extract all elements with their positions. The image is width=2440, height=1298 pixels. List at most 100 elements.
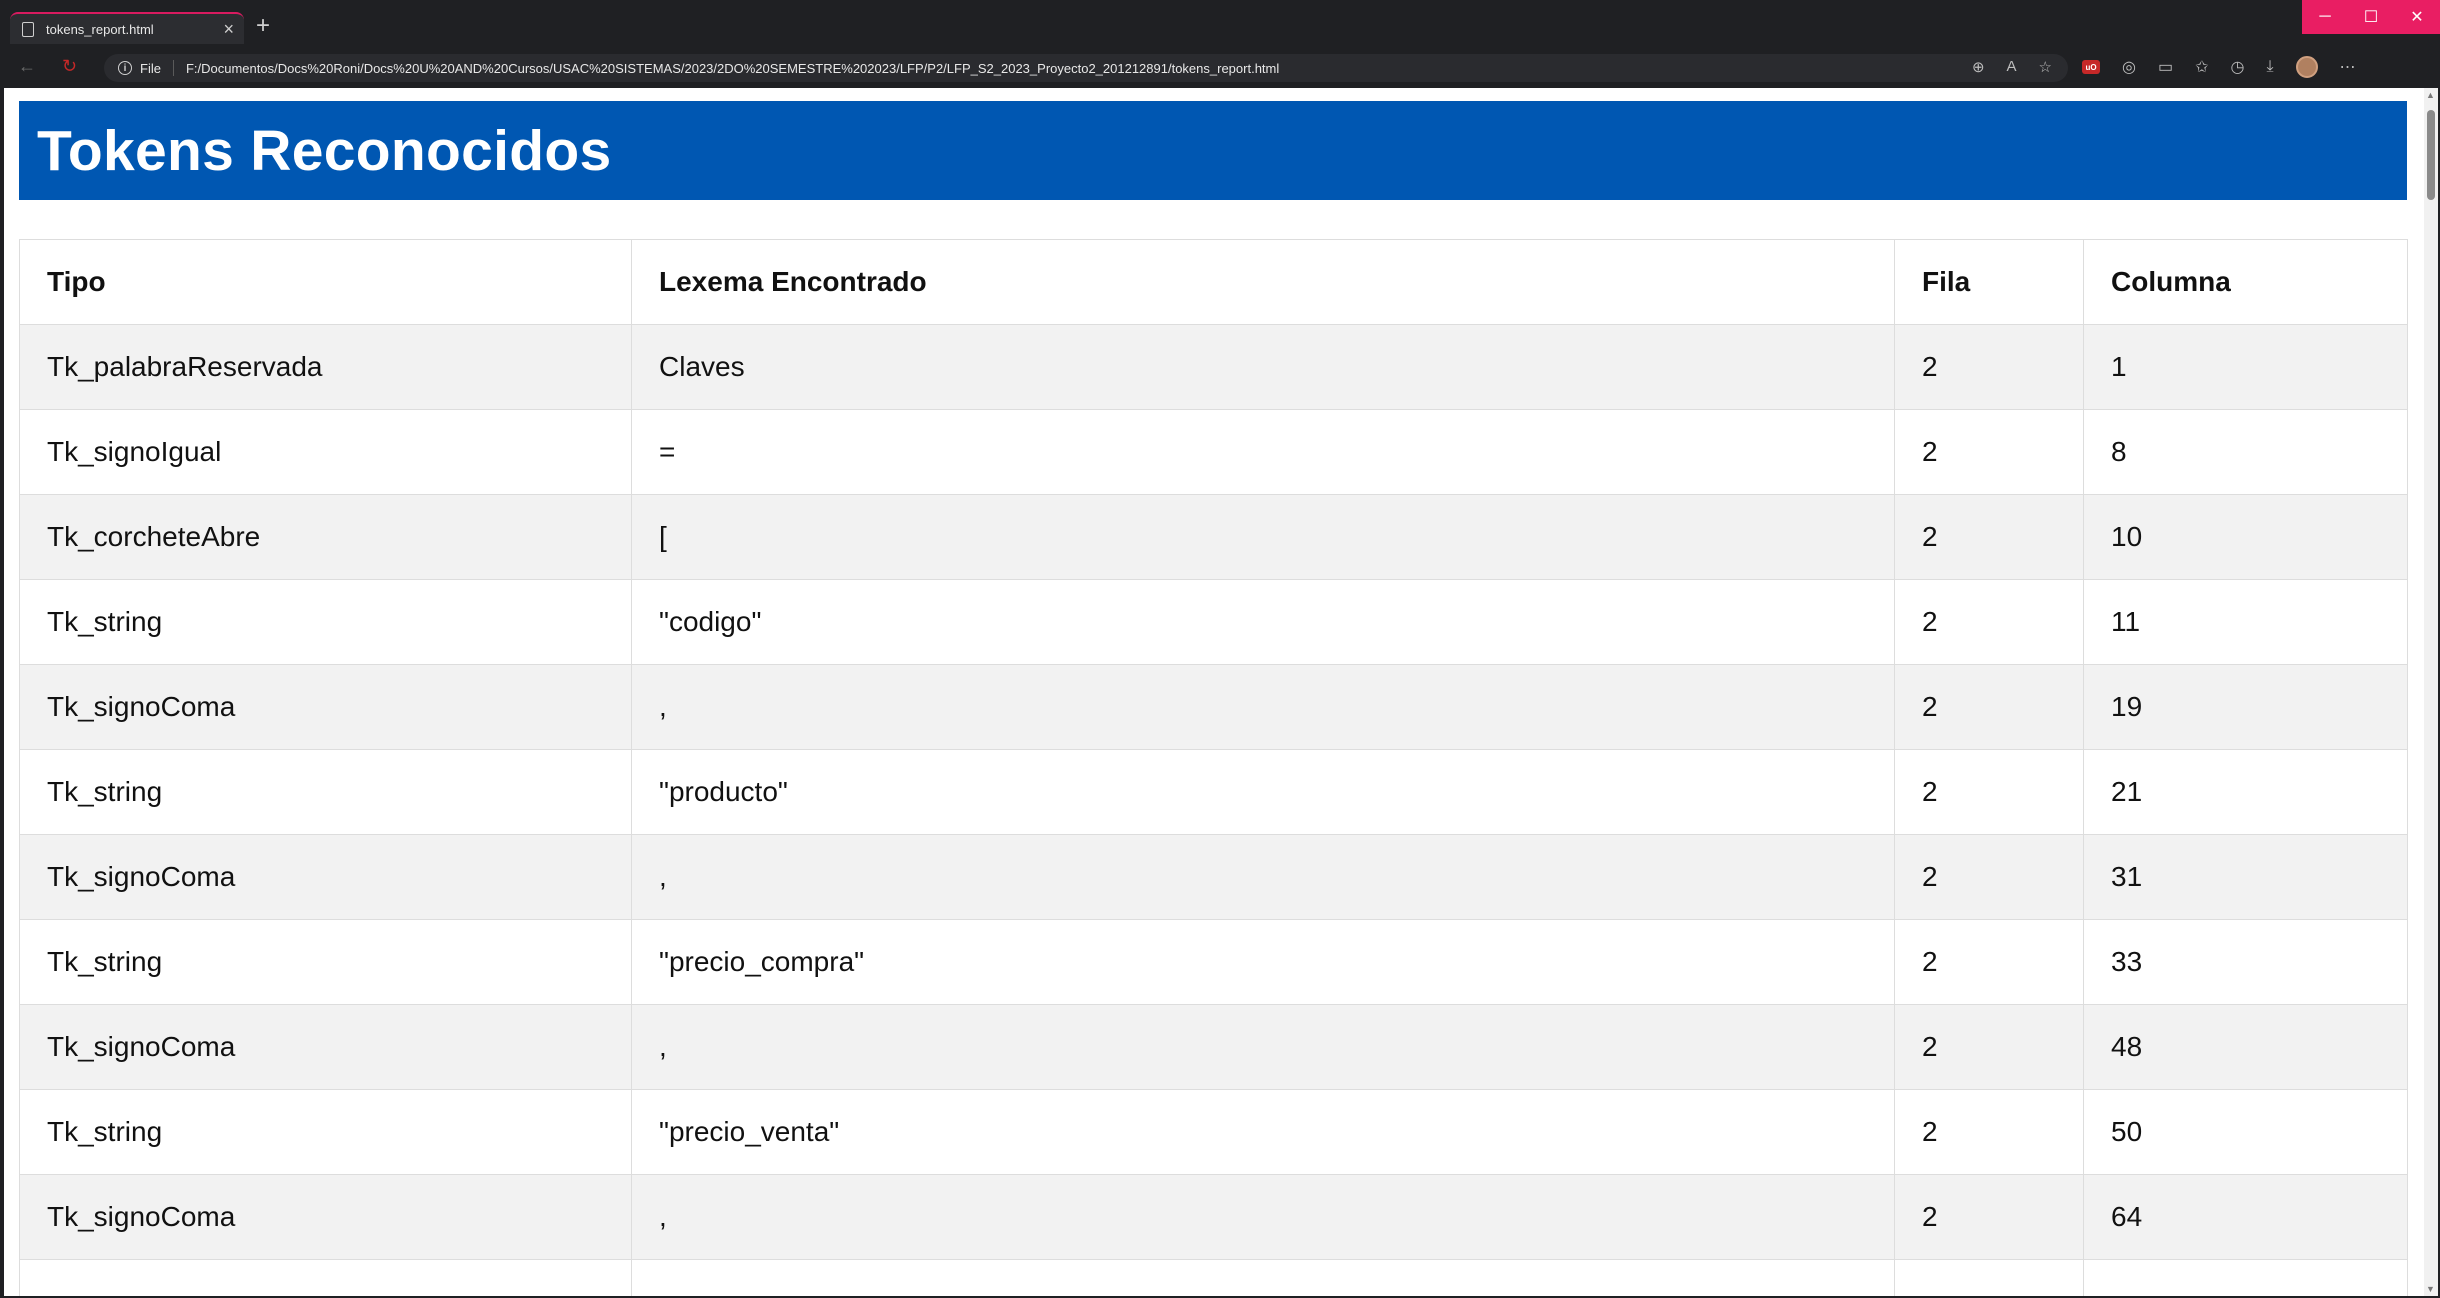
back-arrow-icon[interactable]: ← xyxy=(18,56,36,77)
cell-fila: 2 xyxy=(1894,409,2084,495)
cell-tipo: Tk_signoComa xyxy=(19,664,632,750)
cell-lexema: , xyxy=(631,1004,1895,1090)
cell-lexema xyxy=(631,1259,1895,1296)
cell-columna: 31 xyxy=(2083,834,2408,920)
new-tab-icon[interactable]: + xyxy=(256,14,270,38)
maximize-icon[interactable]: ☐ xyxy=(2348,0,2394,34)
cell-lexema: = xyxy=(631,409,1895,495)
table-row: Tk_string "precio_venta" 2 50 xyxy=(19,1089,2408,1175)
cell-fila: 2 xyxy=(1894,834,2084,920)
cell-tipo: Tk_string xyxy=(19,579,632,665)
minimize-icon[interactable]: ─ xyxy=(2302,0,2348,34)
browser-toolbar: ← ↻ i File F:/Documentos/Docs%20Roni/Doc… xyxy=(0,50,2440,86)
close-window-icon[interactable]: ✕ xyxy=(2394,0,2440,34)
cell-columna xyxy=(2083,1259,2408,1296)
cell-lexema: , xyxy=(631,664,1895,750)
cell-fila: 2 xyxy=(1894,664,2084,750)
extension-icon[interactable]: ◎ xyxy=(2122,57,2136,77)
profile-avatar[interactable] xyxy=(2295,56,2318,78)
downloads-icon[interactable]: ⤓ xyxy=(2266,58,2273,76)
tokens-table: Tipo Lexema Encontrado Fila Columna Tk_p… xyxy=(19,239,2408,1296)
table-row: Tk_signoComa, 2 19 xyxy=(19,664,2408,750)
cell-fila: 2 xyxy=(1894,1174,2084,1260)
zoom-icon[interactable]: ⊕ xyxy=(1972,58,1985,76)
cell-lexema: "producto" xyxy=(631,749,1895,835)
cell-columna: 64 xyxy=(2083,1174,2408,1260)
cell-tipo: Tk_corcheteAbre xyxy=(19,494,632,580)
column-header-fila: Fila xyxy=(1894,239,2084,325)
table-row: Tk_palabraReservada Claves 2 1 xyxy=(19,324,2408,410)
table-row: Tk_signoComa, 2 48 xyxy=(19,1004,2408,1090)
cell-columna: 33 xyxy=(2083,919,2408,1005)
url-text[interactable]: F:/Documentos/Docs%20Roni/Docs%20U%20AND… xyxy=(186,61,1279,76)
cell-fila xyxy=(1894,1259,2084,1296)
reload-icon[interactable]: ↻ xyxy=(62,56,77,77)
scheme-label: File xyxy=(140,60,161,76)
cell-tipo: Tk_signoIgual xyxy=(19,409,632,495)
cell-tipo: Tk_signoComa xyxy=(19,834,632,920)
cell-fila: 2 xyxy=(1894,749,2084,835)
close-tab-icon[interactable]: × xyxy=(223,20,234,38)
read-aloud-icon[interactable]: A xyxy=(2007,58,2017,76)
cell-lexema: "precio_venta" xyxy=(631,1089,1895,1175)
tab-title: tokens_report.html xyxy=(46,21,154,37)
cell-lexema: , xyxy=(631,834,1895,920)
cell-lexema: Claves xyxy=(631,324,1895,410)
cell-tipo: Tk_string xyxy=(19,749,632,835)
info-icon[interactable]: i xyxy=(118,61,132,75)
cell-tipo: Tk_signoComa xyxy=(19,1174,632,1260)
table-row xyxy=(19,1259,2408,1296)
toolbar-right-icons: uO ◎ ▭ ✩ ◷ ⤓ ⋯ xyxy=(2082,56,2356,78)
cell-lexema: [ xyxy=(631,494,1895,580)
table-row: Tk_corcheteAbre[2 10 xyxy=(19,494,2408,580)
tab-bar: tokens_report.html × + ─ ☐ ✕ xyxy=(0,0,2440,50)
favorite-star-icon[interactable]: ☆ xyxy=(2039,58,2052,76)
vertical-scrollbar[interactable]: ▲ ▼ xyxy=(2424,88,2438,1296)
cell-tipo: Tk_palabraReservada xyxy=(19,324,632,410)
cell-columna: 50 xyxy=(2083,1089,2408,1175)
cell-columna: 19 xyxy=(2083,664,2408,750)
address-bar[interactable]: i File F:/Documentos/Docs%20Roni/Docs%20… xyxy=(104,54,2068,82)
scroll-down-icon[interactable]: ▼ xyxy=(2426,1284,2435,1294)
history-icon[interactable]: ◷ xyxy=(2231,57,2245,77)
address-bar-icons: ⊕ A ☆ xyxy=(1972,58,2052,76)
cell-fila: 2 xyxy=(1894,1004,2084,1090)
column-header-lexema: Lexema Encontrado xyxy=(631,239,1895,325)
cell-tipo: Tk_string xyxy=(19,919,632,1005)
table-row: Tk_string "precio_compra" 2 33 xyxy=(19,919,2408,1005)
table-row: Tk_signoComa, 2 64 xyxy=(19,1174,2408,1260)
page-title: Tokens Reconocidos xyxy=(37,118,612,183)
cell-columna: 10 xyxy=(2083,494,2408,580)
more-menu-icon[interactable]: ⋯ xyxy=(2340,57,2356,77)
cell-fila: 2 xyxy=(1894,919,2084,1005)
cell-columna: 48 xyxy=(2083,1004,2408,1090)
cell-lexema: , xyxy=(631,1174,1895,1260)
table-row: Tk_string "codigo" 2 11 xyxy=(19,579,2408,665)
split-screen-icon[interactable]: ▭ xyxy=(2158,57,2173,77)
cell-fila: 2 xyxy=(1894,1089,2084,1175)
window-controls: ─ ☐ ✕ xyxy=(2302,0,2440,34)
cell-columna: 1 xyxy=(2083,324,2408,410)
cell-columna: 11 xyxy=(2083,579,2408,665)
ublock-extension-icon[interactable]: uO xyxy=(2082,60,2100,74)
cell-fila: 2 xyxy=(1894,494,2084,580)
column-header-tipo: Tipo xyxy=(19,239,632,325)
scrollbar-thumb[interactable] xyxy=(2427,110,2435,200)
cell-columna: 8 xyxy=(2083,409,2408,495)
page-viewport: Tokens Reconocidos Tipo Lexema Encontrad… xyxy=(4,88,2424,1296)
address-separator xyxy=(172,60,174,76)
cell-columna: 21 xyxy=(2083,749,2408,835)
table-row: Tk_signoComa, 2 31 xyxy=(19,834,2408,920)
favorites-icon[interactable]: ✩ xyxy=(2195,57,2208,77)
cell-tipo xyxy=(19,1259,632,1296)
cell-fila: 2 xyxy=(1894,579,2084,665)
scroll-up-icon[interactable]: ▲ xyxy=(2426,90,2435,100)
cell-tipo: Tk_string xyxy=(19,1089,632,1175)
cell-lexema: "precio_compra" xyxy=(631,919,1895,1005)
cell-tipo: Tk_signoComa xyxy=(19,1004,632,1090)
cell-lexema: "codigo" xyxy=(631,579,1895,665)
document-icon xyxy=(22,21,34,37)
tab-tokens-report[interactable]: tokens_report.html × xyxy=(10,12,244,44)
table-row: Tk_signoIgual = 2 8 xyxy=(19,409,2408,495)
page-header: Tokens Reconocidos xyxy=(19,101,2407,200)
